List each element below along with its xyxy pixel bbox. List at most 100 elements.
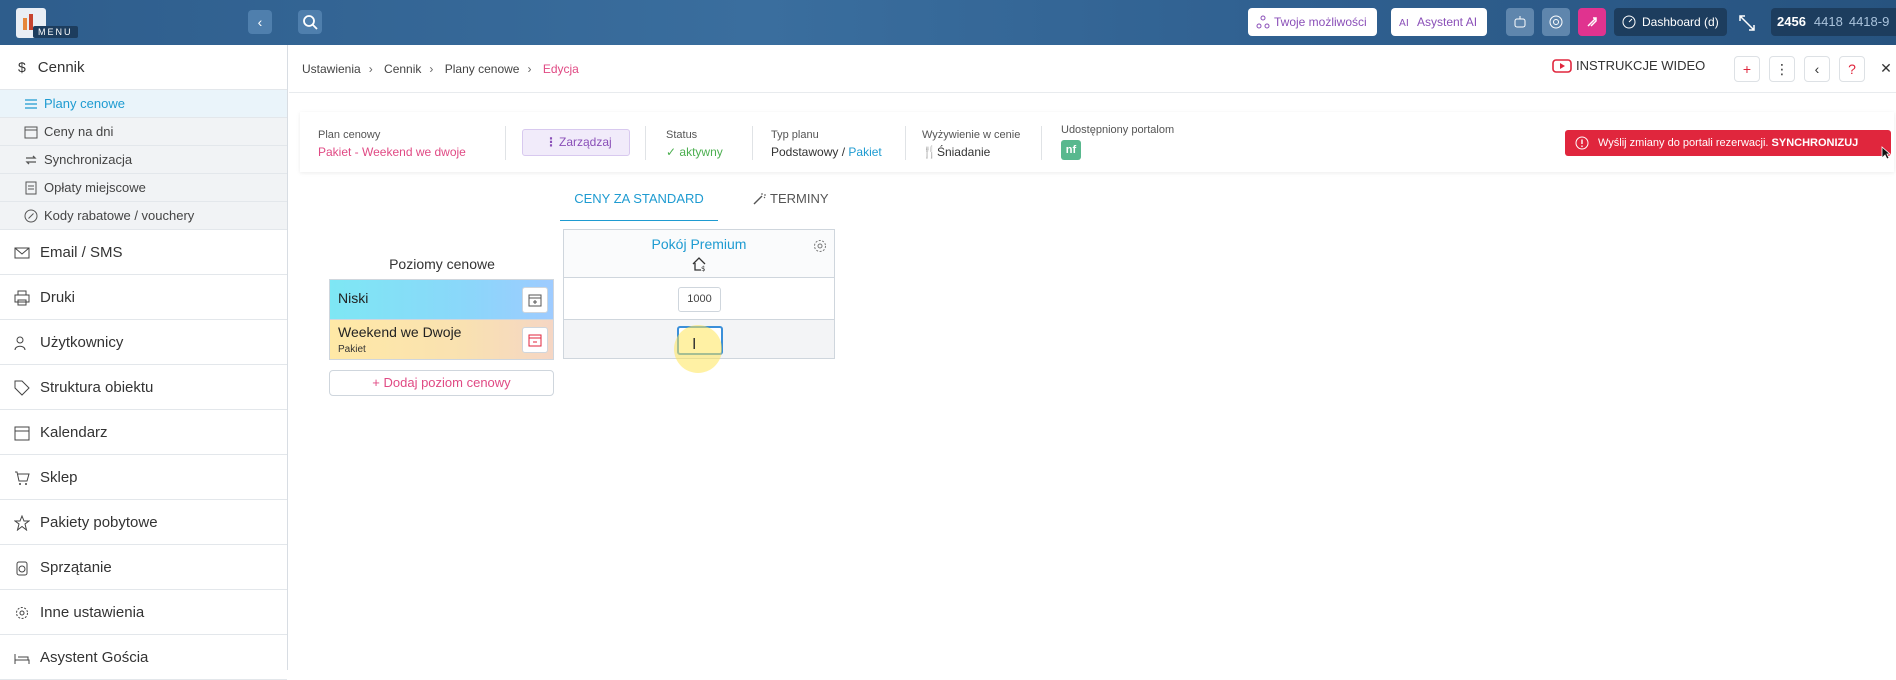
- sidebar-subitem-label: Plany cenowe: [44, 96, 125, 111]
- plan-info: Plan cenowy Pakiet - Weekend we dwoje: [318, 129, 466, 159]
- help-button[interactable]: ?: [1839, 56, 1865, 82]
- price-level-type: Pakiet: [338, 344, 366, 355]
- support-button[interactable]: [1542, 8, 1570, 36]
- gear-icon[interactable]: [812, 238, 828, 254]
- calendar-icon: [528, 334, 542, 347]
- search-button[interactable]: [298, 10, 322, 34]
- dollar-icon: $: [18, 59, 26, 75]
- more-button[interactable]: ⋮: [1769, 56, 1795, 82]
- svg-text:AI: AI: [1399, 18, 1409, 29]
- dashboard-button[interactable]: Dashboard (d): [1614, 8, 1727, 36]
- tag-icon: [14, 380, 30, 396]
- room-column-header: Pokój Premium $: [564, 230, 834, 278]
- collapse-sidebar-button[interactable]: ‹: [248, 10, 272, 34]
- add-button[interactable]: +: [1734, 56, 1760, 82]
- ai-icon: AI: [1399, 18, 1409, 29]
- ai-assistant-label: Asystent AI: [1417, 15, 1478, 29]
- price-level-row[interactable]: Niski: [329, 279, 554, 320]
- robot-button[interactable]: [1506, 8, 1534, 36]
- sidebar-section-cennik[interactable]: $ Cennik: [0, 45, 287, 90]
- calendar-icon: [24, 126, 38, 139]
- svg-text:$: $: [701, 265, 705, 272]
- sidebar: $ Cennik Plany cenowe Ceny na dni Synchro…: [0, 45, 288, 680]
- manage-button[interactable]: ⋮ Zarządzaj: [522, 129, 630, 156]
- plan-key: Plan cenowy: [318, 129, 381, 141]
- back-button[interactable]: ‹: [1804, 56, 1830, 82]
- lifebuoy-icon: [1549, 15, 1563, 29]
- price-input[interactable]: 1000: [678, 287, 721, 312]
- plan-type-info: Typ planu Podstawowy / Pakiet: [771, 129, 882, 159]
- breadcrumb-item[interactable]: Plany cenowe: [445, 62, 520, 76]
- possibilities-label: Twoje możliwości: [1274, 15, 1367, 29]
- video-instructions-button[interactable]: INSTRUKCJE WIDEO: [1552, 58, 1705, 73]
- chevron-left-icon: ‹: [1814, 61, 1820, 77]
- click-highlight: [674, 325, 722, 373]
- dashboard-label: Dashboard (d): [1642, 15, 1719, 29]
- add-price-level-button[interactable]: + Dodaj poziom cenowy: [329, 370, 554, 396]
- status-info: Status ✓ aktywny: [666, 129, 723, 159]
- sidebar-item-uzytkownicy[interactable]: Użytkownicy: [0, 320, 287, 365]
- tab-terminy-label: TERMINY: [770, 191, 829, 206]
- calendar-icon: [14, 426, 30, 441]
- price-level-calendar-button[interactable]: [522, 287, 548, 313]
- alert-circle-icon: [1575, 136, 1589, 150]
- meal-info: Wyżywienie w cenie 🍴Śniadanie: [922, 129, 1020, 159]
- sidebar-item-sklep[interactable]: Sklep: [0, 455, 287, 500]
- expand-icon[interactable]: [1738, 14, 1756, 32]
- menu-label[interactable]: MENU: [33, 26, 78, 38]
- check-icon: ✓: [666, 145, 680, 159]
- breadcrumb-item[interactable]: Cennik: [384, 62, 421, 76]
- sidebar-item-asystent-goscia[interactable]: Asystent Gościa: [0, 635, 287, 680]
- price-level-row[interactable]: Weekend we Dwoje Pakiet: [329, 319, 554, 360]
- sidebar-subitem-oplaty-miejscowe[interactable]: Opłaty miejscowe: [0, 174, 287, 202]
- type-value-b: Pakiet: [848, 145, 882, 159]
- room-counters[interactable]: 2456 4418 4418-9: [1771, 8, 1896, 36]
- ai-assistant-button[interactable]: AI Asystent AI: [1391, 8, 1488, 36]
- type-value: Podstawowy / Pakiet: [771, 145, 882, 159]
- sidebar-item-label: Struktura obiektu: [40, 379, 154, 396]
- sidebar-subitem-synchronizacja[interactable]: Synchronizacja: [0, 146, 287, 174]
- possibilities-button[interactable]: Twoje możliwości: [1248, 8, 1377, 36]
- sidebar-subitem-plany-cenowe[interactable]: Plany cenowe: [0, 90, 287, 118]
- close-button[interactable]: ✕: [1873, 56, 1896, 82]
- text-cursor-icon: I: [692, 336, 697, 353]
- type-sep: /: [838, 145, 849, 159]
- meal-key: Wyżywienie w cenie: [922, 129, 1021, 141]
- sidebar-item-email-sms[interactable]: Email / SMS: [0, 230, 287, 275]
- price-levels-title: Poziomy cenowe: [389, 256, 495, 272]
- more-vertical-icon: ⋮: [1775, 61, 1789, 77]
- sidebar-item-pakiety-pobytowe[interactable]: Pakiety pobytowe: [0, 500, 287, 545]
- percent-icon: [24, 209, 38, 223]
- rocket-button[interactable]: [1578, 8, 1606, 36]
- sidebar-item-struktura-obiektu[interactable]: Struktura obiektu: [0, 365, 287, 410]
- sync-alert-button[interactable]: Wyślij zmiany do portali rezerwacji. SYN…: [1565, 130, 1891, 156]
- sidebar-subitem-kody-rabatowe[interactable]: Kody rabatowe / vouchery: [0, 202, 287, 230]
- sidebar-item-label: Użytkownicy: [40, 334, 124, 351]
- tab-ceny-za-standard[interactable]: CENY ZA STANDARD: [560, 183, 718, 221]
- breadcrumb-item[interactable]: Ustawienia: [302, 62, 361, 76]
- meal-value-wrap: 🍴Śniadanie: [922, 145, 1020, 159]
- counter-2: 4418: [1813, 14, 1843, 29]
- video-instructions-label: INSTRUKCJE WIDEO: [1576, 58, 1706, 73]
- close-icon: ✕: [1880, 60, 1892, 76]
- sync-message: Wyślij zmiany do portali rezerwacji.: [1598, 137, 1769, 149]
- manage-label: Zarządzaj: [559, 135, 612, 149]
- sidebar-item-inne-ustawienia[interactable]: Inne ustawienia: [0, 590, 287, 635]
- bed-icon: [14, 654, 30, 664]
- sidebar-item-druki[interactable]: Druki: [0, 275, 287, 320]
- gear-icon: [16, 607, 28, 619]
- sidebar-subitem-ceny-na-dni[interactable]: Ceny na dni: [0, 118, 287, 146]
- price-level-name: Niski: [338, 290, 369, 306]
- sidebar-item-sprzatanie[interactable]: Sprzątanie: [0, 545, 287, 590]
- tab-terminy[interactable]: TERMINY: [752, 183, 829, 221]
- type-value-a: Podstawowy: [771, 145, 839, 159]
- broom-icon: [16, 561, 28, 576]
- sidebar-item-label: Pakiety pobytowe: [40, 514, 158, 531]
- portal-badge[interactable]: nf: [1061, 140, 1081, 160]
- sidebar-item-label: Email / SMS: [40, 244, 123, 261]
- meal-value: Śniadanie: [936, 145, 991, 159]
- sidebar-section-label: Cennik: [37, 59, 85, 76]
- price-level-calendar-button[interactable]: [522, 327, 548, 353]
- sidebar-item-label: Inne ustawienia: [40, 604, 145, 621]
- sidebar-item-kalendarz[interactable]: Kalendarz: [0, 410, 287, 455]
